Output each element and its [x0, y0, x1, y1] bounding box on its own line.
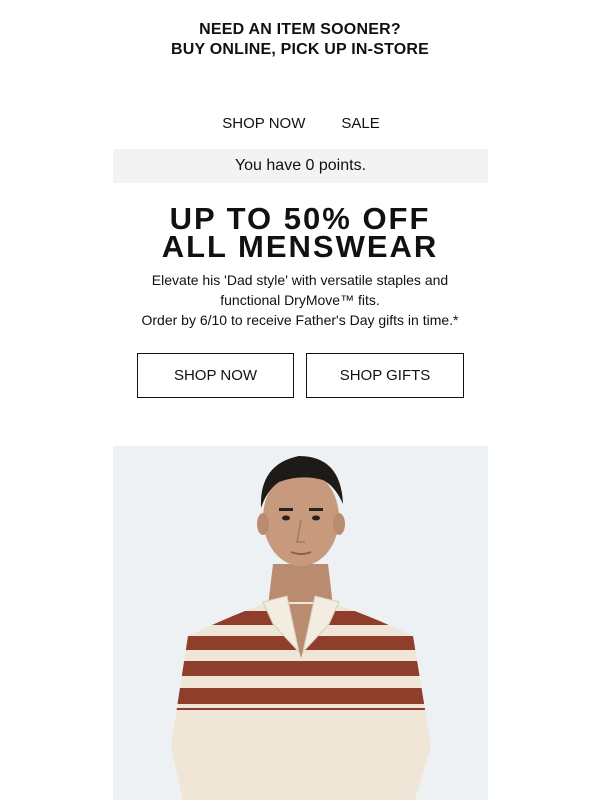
points-bar: You have 0 points. — [113, 149, 488, 183]
shop-now-button[interactable]: SHOP NOW — [137, 353, 294, 398]
points-text: You have 0 points. — [234, 157, 367, 174]
promo-headline: UP TO 50% OFF ALL MENSWEAR — [0, 203, 600, 264]
nav-sale-link[interactable]: SALE — [341, 115, 379, 133]
nav-shop-now-link[interactable]: SHOP NOW — [222, 115, 305, 133]
cta-row: SHOP NOW SHOP GIFTS — [137, 353, 464, 398]
shop-gifts-button[interactable]: SHOP GIFTS — [306, 353, 464, 398]
promo-description: Elevate his 'Dad style' with versatile s… — [0, 270, 600, 330]
hero-image[interactable] — [113, 446, 488, 800]
desc-line-3: Order by 6/10 to receive Father's Day gi… — [141, 312, 459, 328]
top-nav: SHOP NOW SALE — [0, 115, 600, 133]
banner-line-1: NEED AN ITEM SOONER? — [199, 21, 401, 38]
man-in-striped-knit-polo-illustration — [113, 446, 488, 800]
desc-line-1: Elevate his 'Dad style' with versatile s… — [151, 272, 449, 288]
banner-line-2: BUY ONLINE, PICK UP IN-STORE — [170, 41, 430, 58]
desc-line-2: functional DryMove™ fits. — [220, 292, 380, 308]
headline-line-2: ALL MENSWEAR — [161, 229, 439, 264]
pickup-banner: NEED AN ITEM SOONER? BUY ONLINE, PICK UP… — [0, 20, 600, 60]
